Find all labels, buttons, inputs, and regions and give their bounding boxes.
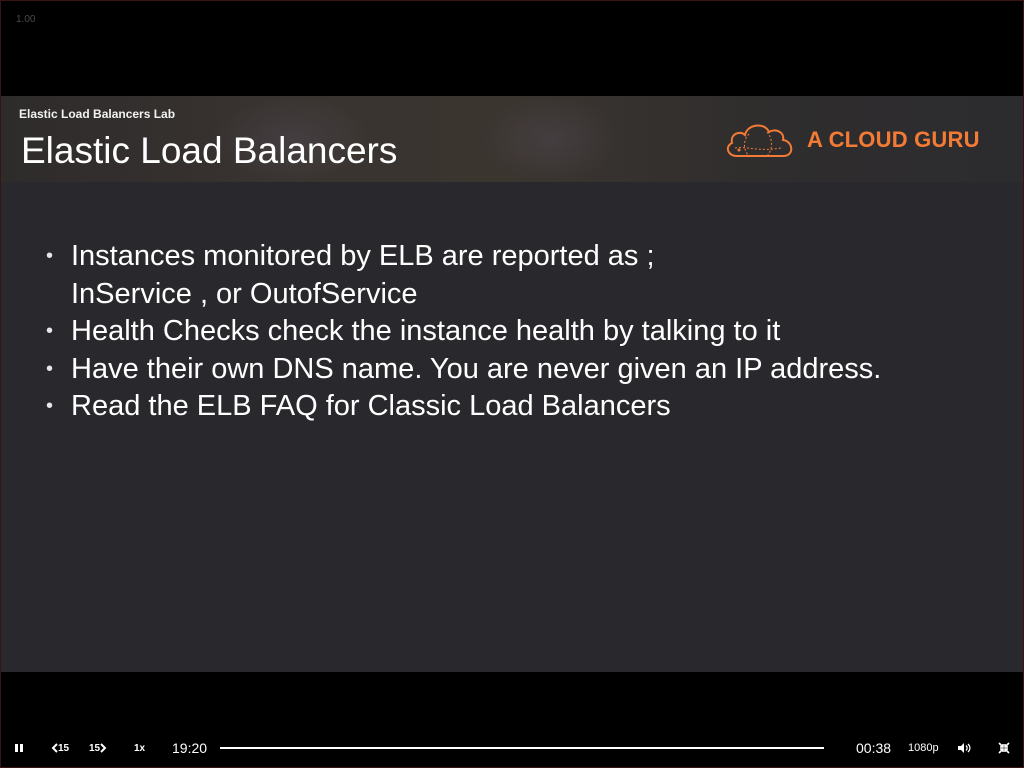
logo-text: A CLOUD GURU	[807, 127, 980, 152]
quality-button[interactable]: 1080p	[908, 734, 939, 762]
rewind-15-label: 15	[58, 742, 70, 754]
quality-label: 1080p	[908, 742, 939, 754]
volume-button[interactable]	[957, 734, 971, 762]
bullet-dot: •	[46, 357, 54, 380]
playback-speed-label: 1x	[134, 742, 146, 754]
slide-subtitle: Elastic Load Balancers Lab	[19, 107, 176, 121]
bullet-text: Health Checks check the instance health …	[71, 315, 781, 347]
bullet-item: • Read the ELB FAQ for Classic Load Bala…	[41, 388, 1001, 426]
header-background-figure-2	[481, 96, 621, 182]
bullet-dot: •	[46, 395, 54, 417]
pause-button[interactable]	[14, 734, 24, 762]
video-slide[interactable]: Elastic Load Balancers Lab Elastic Load …	[1, 96, 1023, 672]
bullet-item: • Health Checks check the instance healt…	[41, 313, 1001, 351]
slide-header: Elastic Load Balancers Lab Elastic Load …	[1, 96, 1023, 182]
bullet-dot: •	[46, 245, 54, 267]
cloud-logo-icon	[726, 124, 793, 157]
bullet-text-continued: InService , or OutofService	[71, 277, 418, 310]
bullet-text: Read the ELB FAQ for Classic Load Balanc…	[71, 390, 671, 422]
bullet-item: • Instances monitored by ELB are reporte…	[41, 238, 1001, 313]
remaining-time: 00:38	[856, 740, 892, 756]
forward-15-icon	[100, 743, 107, 753]
player-controls: 15 15 1x 19:20 00:38 1080p	[0, 734, 1024, 762]
exit-fullscreen-icon	[998, 742, 1010, 754]
rewind-15-button[interactable]: 15	[51, 734, 69, 762]
version-label: 1.00	[16, 14, 36, 25]
brand-logo: A CLOUD GURU	[723, 118, 980, 162]
bullet-text: Instances monitored by ELB are reported …	[71, 240, 655, 272]
slide-title: Elastic Load Balancers	[21, 130, 398, 171]
bullet-list: • Instances monitored by ELB are reporte…	[41, 238, 1001, 426]
pause-icon	[15, 744, 23, 752]
exit-fullscreen-button[interactable]	[998, 734, 1010, 762]
bullet-item: • Have their own DNS name. You are never…	[41, 351, 1001, 389]
progress-bar[interactable]	[220, 747, 824, 749]
bullet-text: Have their own DNS name. You are never g…	[71, 352, 882, 385]
rewind-15-icon	[51, 743, 58, 753]
forward-15-button[interactable]: 15	[89, 734, 107, 762]
bullet-dot: •	[46, 320, 54, 342]
progress-fill	[220, 747, 824, 749]
volume-icon	[958, 743, 971, 753]
playback-speed-button[interactable]: 1x	[134, 734, 145, 762]
forward-15-label: 15	[89, 742, 101, 754]
elapsed-time: 19:20	[172, 740, 208, 756]
